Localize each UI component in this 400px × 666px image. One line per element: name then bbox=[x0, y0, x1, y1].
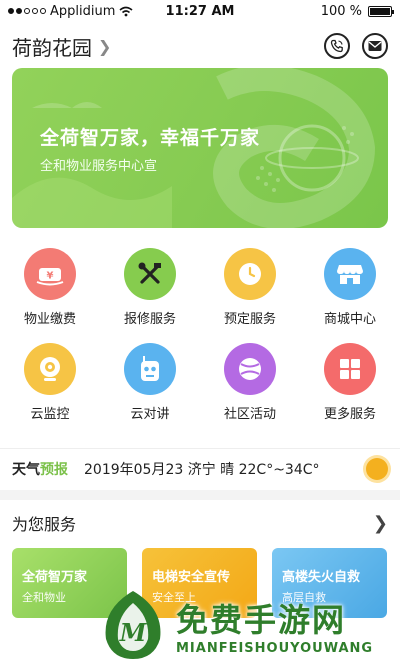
svg-text:¥: ¥ bbox=[47, 271, 54, 282]
chevron-right-icon[interactable]: ❯ bbox=[373, 513, 388, 534]
section-divider bbox=[0, 490, 400, 500]
for-you-header[interactable]: 为您服务 ❯ bbox=[0, 508, 400, 538]
section-title: 为您服务 bbox=[12, 515, 77, 534]
service-label: 商城中心 bbox=[323, 312, 376, 327]
weather-brand-part2: 预报 bbox=[40, 461, 68, 478]
service-label: 预定服务 bbox=[223, 312, 276, 327]
service-cloud-monitor[interactable]: 云监控 bbox=[0, 343, 100, 422]
wallet-icon: ¥ bbox=[24, 248, 76, 300]
service-community-events[interactable]: 社区活动 bbox=[200, 343, 300, 422]
ball-icon bbox=[224, 343, 276, 395]
mail-icon[interactable] bbox=[362, 33, 388, 59]
banner-subtitle: 全和物业服务中心宣 bbox=[40, 159, 158, 174]
signal-icon bbox=[8, 8, 46, 14]
watermark: M 免费手游网 MIANFEISHOUYOUWANG bbox=[98, 586, 398, 664]
leaf-logo-icon: M bbox=[105, 591, 161, 659]
carrier-area: Applidium bbox=[8, 4, 133, 19]
svg-text:M: M bbox=[119, 618, 148, 647]
service-label: 云监控 bbox=[30, 407, 70, 422]
camera-icon bbox=[24, 343, 76, 395]
services-grid: ¥ 物业缴费 报修服务 预定服务 商城中心 云监控 云对讲 社区活动 更多服务 bbox=[0, 248, 400, 422]
mail-glyph bbox=[368, 41, 382, 51]
card-title: 高楼失火自救 bbox=[282, 570, 361, 585]
weather-info: 2019年05月23 济宁 晴 22C°~34C° bbox=[84, 461, 320, 478]
weather-strip[interactable]: 天气预报 2019年05月23 济宁 晴 22C°~34C° bbox=[0, 448, 400, 488]
wifi-icon bbox=[119, 6, 133, 16]
service-more[interactable]: 更多服务 bbox=[300, 343, 400, 422]
chevron-right-icon[interactable]: ❯ bbox=[98, 37, 111, 56]
service-repair[interactable]: 报修服务 bbox=[100, 248, 200, 327]
service-mall[interactable]: 商城中心 bbox=[300, 248, 400, 327]
service-label: 云对讲 bbox=[130, 407, 170, 422]
card-title: 全荷智万家 bbox=[22, 570, 88, 585]
status-bar: Applidium 11:27 AM 100 % bbox=[0, 0, 400, 22]
service-label: 物业缴费 bbox=[23, 312, 76, 327]
weather-brand: 天气预报 bbox=[12, 459, 68, 479]
store-icon bbox=[324, 248, 376, 300]
walkie-talkie-icon bbox=[124, 343, 176, 395]
sun-icon bbox=[366, 457, 388, 480]
promo-banner[interactable]: 全荷智万家，幸福千万家 全和物业服务中心宣 bbox=[12, 68, 388, 228]
header: 荷韵花园 ❯ bbox=[0, 28, 400, 64]
service-label: 社区活动 bbox=[223, 407, 276, 422]
community-title[interactable]: 荷韵花园 bbox=[12, 32, 92, 61]
watermark-main: 免费手游网 bbox=[176, 600, 347, 639]
carrier-name: Applidium bbox=[50, 3, 116, 19]
service-booking[interactable]: 预定服务 bbox=[200, 248, 300, 327]
service-property-fee[interactable]: ¥ 物业缴费 bbox=[0, 248, 100, 327]
watermark-sub: MIANFEISHOUYOUWANG bbox=[176, 640, 374, 656]
phone-call-icon[interactable] bbox=[324, 33, 350, 59]
battery-area: 100 % bbox=[320, 3, 394, 19]
grid-icon bbox=[324, 343, 376, 395]
service-label: 更多服务 bbox=[323, 407, 376, 422]
service-cloud-intercom[interactable]: 云对讲 bbox=[100, 343, 200, 422]
service-label: 报修服务 bbox=[123, 312, 176, 327]
battery-icon bbox=[368, 5, 394, 17]
card-title: 电梯安全宣传 bbox=[152, 570, 231, 585]
clock-icon bbox=[224, 248, 276, 300]
banner-title: 全荷智万家，幸福千万家 bbox=[40, 127, 261, 149]
weather-brand-part1: 天气 bbox=[12, 461, 40, 478]
tools-icon bbox=[124, 248, 176, 300]
battery-percent: 100 % bbox=[320, 3, 362, 19]
phone-glyph bbox=[330, 39, 343, 53]
